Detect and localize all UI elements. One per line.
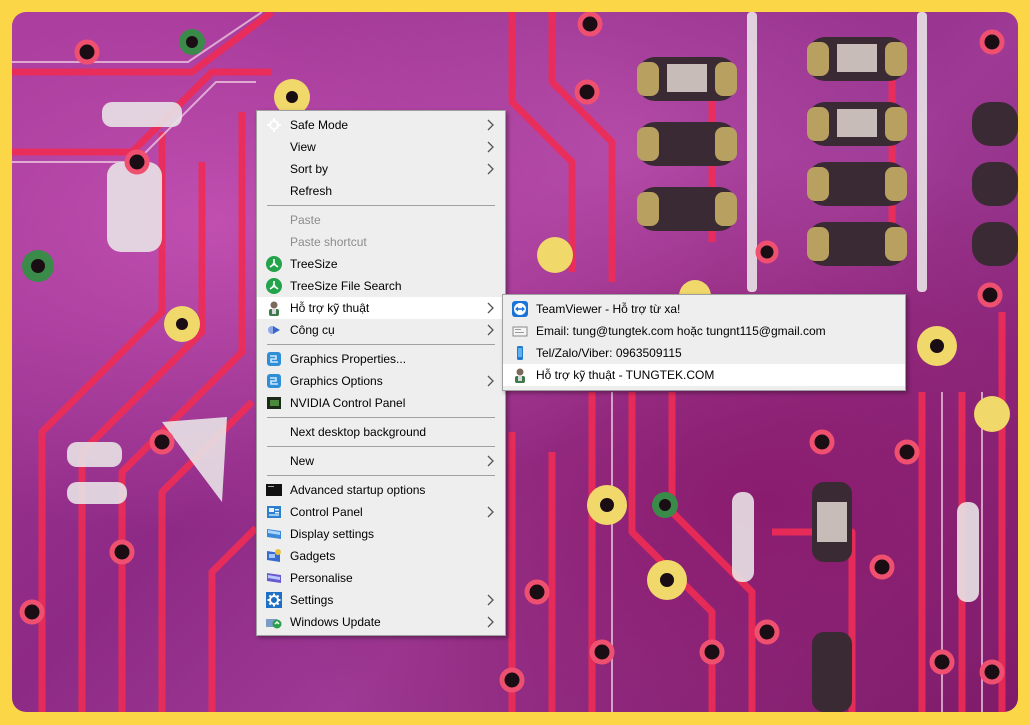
treesize-icon <box>266 278 282 294</box>
menu-item-label: Graphics Options <box>290 374 383 388</box>
menu-item-label: Refresh <box>290 184 333 198</box>
menu-item-label: Control Panel <box>290 505 363 519</box>
menu-item-label: Display settings <box>290 527 375 541</box>
menu-item-label: Windows Update <box>290 615 381 629</box>
menu-item-control-panel[interactable]: Control Panel <box>257 501 505 523</box>
phone-icon <box>512 345 528 361</box>
chevron-right-icon <box>487 455 494 467</box>
chevron-right-icon <box>487 119 494 131</box>
menu-item-display-settings[interactable]: Display settings <box>257 523 505 545</box>
chevron-right-icon <box>487 616 494 628</box>
menu-item-label: Email: tung@tungtek.com hoặc tungnt115@g… <box>536 324 826 338</box>
menu-item-treesize-file-search[interactable]: TreeSize File Search <box>257 275 505 297</box>
menu-item-personalise[interactable]: Personalise <box>257 567 505 589</box>
menu-item-view[interactable]: View <box>257 136 505 158</box>
menu-item-label: TreeSize File Search <box>290 279 402 293</box>
submenu-item-teamviewer-ho-tro-tu-xa[interactable]: TeamViewer - Hỗ trợ từ xa! <box>503 298 905 320</box>
support-person-icon <box>266 300 282 316</box>
chevron-right-icon <box>487 375 494 387</box>
menu-item-label: Graphics Properties... <box>290 352 407 366</box>
intel-graphics-icon <box>266 373 282 389</box>
menu-item-settings[interactable]: Settings <box>257 589 505 611</box>
submenu-item-email-tung-tungtek-com-hoac-tungnt115-gmail-com[interactable]: Email: tung@tungtek.com hoặc tungnt115@g… <box>503 320 905 342</box>
menu-item-label: View <box>290 140 316 154</box>
control-panel-icon <box>266 504 282 520</box>
submenu-arrow <box>486 611 496 633</box>
menu-item-label: Hỗ trợ kỹ thuật - TUNGTEK.COM <box>536 368 715 382</box>
support-submenu: TeamViewer - Hỗ trợ từ xa! Email: tung@tu… <box>502 294 906 391</box>
safe-mode-icon <box>266 117 282 133</box>
menu-item-label: New <box>290 454 315 468</box>
menu-item-label: Paste <box>290 213 321 227</box>
chevron-right-icon <box>487 594 494 606</box>
menu-item-label: TeamViewer - Hỗ trợ từ xa! <box>536 302 681 316</box>
menu-item-label: Advanced startup options <box>290 483 426 497</box>
submenu-item-ho-tro-ky-thuat-tungtek-com[interactable]: Hỗ trợ kỹ thuật - TUNGTEK.COM <box>503 364 905 386</box>
treesize-icon <box>266 256 282 272</box>
desktop-context-menu: Safe Mode View Sort by Refresh Paste Paste sh… <box>256 110 506 636</box>
menu-item-sort-by[interactable]: Sort by <box>257 158 505 180</box>
display-icon <box>266 526 282 542</box>
menu-item-paste[interactable]: Paste <box>257 209 505 231</box>
teamviewer-icon <box>512 301 528 317</box>
submenu-arrow <box>486 297 496 319</box>
menu-item-ho-tro-ky-thuat[interactable]: Hỗ trợ kỹ thuật <box>257 297 505 319</box>
tools-icon <box>266 322 282 338</box>
gear-icon <box>266 592 282 608</box>
submenu-arrow <box>486 114 496 136</box>
menu-separator <box>267 344 495 345</box>
support-person-icon <box>512 367 528 383</box>
menu-item-next-desktop-background[interactable]: Next desktop background <box>257 421 505 443</box>
gadgets-icon <box>266 548 282 564</box>
submenu-item-tel-zalo-viber-0963509115[interactable]: Tel/Zalo/Viber: 0963509115 <box>503 342 905 364</box>
windows-update-icon <box>266 614 282 630</box>
email-icon <box>512 323 528 339</box>
chevron-right-icon <box>487 163 494 175</box>
submenu-arrow <box>486 501 496 523</box>
menu-item-label: Hỗ trợ kỹ thuật <box>290 301 370 315</box>
menu-item-label: Personalise <box>290 571 353 585</box>
nvidia-icon <box>266 395 282 411</box>
menu-item-label: Paste shortcut <box>290 235 367 249</box>
menu-item-cong-cu[interactable]: Công cụ <box>257 319 505 341</box>
menu-item-gadgets[interactable]: Gadgets <box>257 545 505 567</box>
menu-item-label: NVIDIA Control Panel <box>290 396 406 410</box>
menu-item-label: Settings <box>290 593 334 607</box>
chevron-right-icon <box>487 141 494 153</box>
menu-item-label: TreeSize <box>290 257 338 271</box>
intel-graphics-icon <box>266 351 282 367</box>
menu-item-safe-mode[interactable]: Safe Mode <box>257 114 505 136</box>
submenu-arrow <box>486 589 496 611</box>
menu-separator <box>267 446 495 447</box>
submenu-arrow <box>486 158 496 180</box>
menu-item-label: Safe Mode <box>290 118 349 132</box>
desktop-background[interactable]: Safe Mode View Sort by Refresh Paste Paste sh… <box>12 12 1018 712</box>
menu-item-refresh[interactable]: Refresh <box>257 180 505 202</box>
menu-item-paste-shortcut[interactable]: Paste shortcut <box>257 231 505 253</box>
cmd-icon <box>266 482 282 498</box>
menu-item-graphics-options[interactable]: Graphics Options <box>257 370 505 392</box>
personalise-icon <box>266 570 282 586</box>
menu-item-label: Next desktop background <box>290 425 427 439</box>
menu-item-windows-update[interactable]: Windows Update <box>257 611 505 633</box>
submenu-arrow <box>486 136 496 158</box>
menu-item-label: Công cụ <box>290 323 335 337</box>
chevron-right-icon <box>487 302 494 314</box>
menu-item-treesize[interactable]: TreeSize <box>257 253 505 275</box>
menu-item-new[interactable]: New <box>257 450 505 472</box>
menu-separator <box>267 205 495 206</box>
submenu-arrow <box>486 370 496 392</box>
submenu-arrow <box>486 319 496 341</box>
menu-item-label: Gadgets <box>290 549 336 563</box>
menu-item-advanced-startup-options[interactable]: Advanced startup options <box>257 479 505 501</box>
chevron-right-icon <box>487 506 494 518</box>
chevron-right-icon <box>487 324 494 336</box>
menu-item-graphics-properties[interactable]: Graphics Properties... <box>257 348 505 370</box>
menu-item-nvidia-control-panel[interactable]: NVIDIA Control Panel <box>257 392 505 414</box>
menu-item-label: Sort by <box>290 162 329 176</box>
menu-separator <box>267 475 495 476</box>
submenu-arrow <box>486 450 496 472</box>
menu-item-label: Tel/Zalo/Viber: 0963509115 <box>536 346 682 360</box>
menu-separator <box>267 417 495 418</box>
